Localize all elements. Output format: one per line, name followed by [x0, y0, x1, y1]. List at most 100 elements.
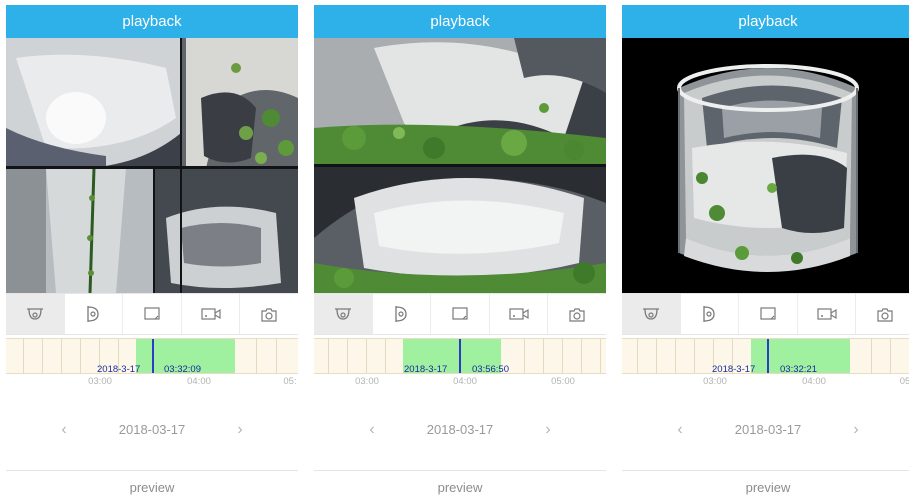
next-day-button[interactable]: ›: [225, 415, 255, 445]
tick: [543, 339, 544, 373]
view-mode-fisheye[interactable]: [622, 294, 681, 334]
tick: [23, 339, 24, 373]
snapshot-button[interactable]: [548, 294, 606, 334]
divider: [6, 470, 298, 471]
tick: [80, 339, 81, 373]
tick: [347, 339, 348, 373]
tick: [694, 339, 695, 373]
tick: [366, 339, 367, 373]
divider: [314, 470, 606, 471]
tick: [656, 339, 657, 373]
hour-label: 03:00: [88, 376, 112, 387]
hour-label: 04:00: [453, 376, 477, 387]
hour-label: 05:: [283, 376, 297, 387]
playback-timeline[interactable]: 2018-3-17 03:56:50 03:00 04:00 05:00: [314, 335, 606, 390]
snapshot-button[interactable]: [856, 294, 909, 334]
single-view-icon: [452, 307, 468, 320]
date-selector: ‹ 2018-03-17 ›: [314, 415, 606, 445]
playback-timeline[interactable]: 2018-3-17 03:32:21 03:00 04:00 05: [622, 335, 909, 390]
hour-label: 03:00: [355, 376, 379, 387]
snapshot-icon: [877, 307, 893, 322]
current-date[interactable]: 2018-03-17: [384, 415, 536, 445]
title-bar: playback: [6, 5, 298, 38]
hour-label: 03:00: [703, 376, 727, 387]
view-mode-wall[interactable]: [681, 294, 740, 334]
playback-screen-3: playback 2018-3-17 03:32:21 03:00 04:00 …: [622, 5, 909, 500]
wall-mount-icon: [395, 306, 408, 322]
record-icon: [816, 308, 837, 320]
view-mode-toolbar: [314, 293, 606, 335]
record-icon: [200, 308, 221, 320]
tick: [890, 339, 891, 373]
title-bar: playback: [314, 5, 606, 38]
tick: [42, 339, 43, 373]
view-mode-fisheye[interactable]: [6, 294, 65, 334]
tick: [562, 339, 563, 373]
tick: [276, 339, 277, 373]
tick: [871, 339, 872, 373]
next-day-button[interactable]: ›: [533, 415, 563, 445]
snapshot-button[interactable]: [240, 294, 298, 334]
view-mode-single[interactable]: [739, 294, 798, 334]
playhead[interactable]: [767, 339, 769, 373]
date-selector: ‹ 2018-03-17 ›: [6, 415, 298, 445]
fisheye-icon: [334, 308, 351, 320]
timeline-track[interactable]: 2018-3-17 03:32:09: [6, 338, 298, 374]
snapshot-icon: [261, 307, 277, 322]
view-mode-fisheye[interactable]: [314, 294, 373, 334]
view-mode-wall[interactable]: [373, 294, 432, 334]
playhead-time: 03:32:09: [164, 364, 201, 374]
playback-screen-2: playback 2018-3-17 03:56:50 03:00 04:00 …: [314, 5, 606, 500]
hour-label: 05: [899, 376, 909, 387]
date-selector: ‹ 2018-03-17 ›: [622, 415, 909, 445]
timeline-track[interactable]: 2018-3-17 03:56:50: [314, 338, 606, 374]
view-mode-single[interactable]: [123, 294, 182, 334]
snapshot-icon: [569, 307, 585, 322]
single-view-icon: [760, 307, 776, 320]
playhead-date: 2018-3-17: [97, 364, 141, 374]
preview-button[interactable]: preview: [314, 476, 606, 500]
video-view-quad[interactable]: [6, 38, 298, 293]
playhead-time: 03:32:21: [780, 364, 817, 374]
wall-mount-icon: [703, 306, 716, 322]
view-mode-wall[interactable]: [65, 294, 124, 334]
video-view-dual[interactable]: [314, 38, 606, 293]
current-date[interactable]: 2018-03-17: [692, 415, 844, 445]
playhead[interactable]: [459, 339, 461, 373]
hour-label: 04:00: [802, 376, 826, 387]
preview-button[interactable]: preview: [622, 476, 909, 500]
playhead-date: 2018-3-17: [404, 364, 448, 374]
wall-mount-icon: [87, 306, 100, 322]
tick: [61, 339, 62, 373]
tick: [256, 339, 257, 373]
view-mode-toolbar: [6, 293, 298, 335]
fisheye-icon: [26, 308, 43, 320]
playhead[interactable]: [152, 339, 154, 373]
record-icon: [508, 308, 529, 320]
record-button[interactable]: [182, 294, 241, 334]
video-view-cylinder[interactable]: [622, 38, 909, 293]
playhead-time: 03:56:50: [472, 364, 509, 374]
view-mode-single[interactable]: [431, 294, 490, 334]
hour-label: 04:00: [187, 376, 211, 387]
tick: [524, 339, 525, 373]
tick: [637, 339, 638, 373]
record-button[interactable]: [798, 294, 857, 334]
timeline-track[interactable]: 2018-3-17 03:32:21: [622, 338, 909, 374]
single-view-icon: [144, 307, 160, 320]
prev-day-button[interactable]: ‹: [665, 415, 695, 445]
tick: [581, 339, 582, 373]
playhead-date: 2018-3-17: [712, 364, 756, 374]
preview-button[interactable]: preview: [6, 476, 298, 500]
record-button[interactable]: [490, 294, 549, 334]
playback-screen-1: playback 2018-3-17 03:32:09 03:00 04:00 …: [6, 5, 298, 500]
title-bar: playback: [622, 5, 909, 38]
hour-label: 05:00: [551, 376, 575, 387]
next-day-button[interactable]: ›: [841, 415, 871, 445]
tick: [385, 339, 386, 373]
prev-day-button[interactable]: ‹: [49, 415, 79, 445]
screens: playback 2018-3-17 03:32:09 03:00 04:00 …: [0, 0, 909, 500]
current-date[interactable]: 2018-03-17: [76, 415, 228, 445]
prev-day-button[interactable]: ‹: [357, 415, 387, 445]
playback-timeline[interactable]: 2018-3-17 03:32:09 03:00 04:00 05:: [6, 335, 298, 390]
